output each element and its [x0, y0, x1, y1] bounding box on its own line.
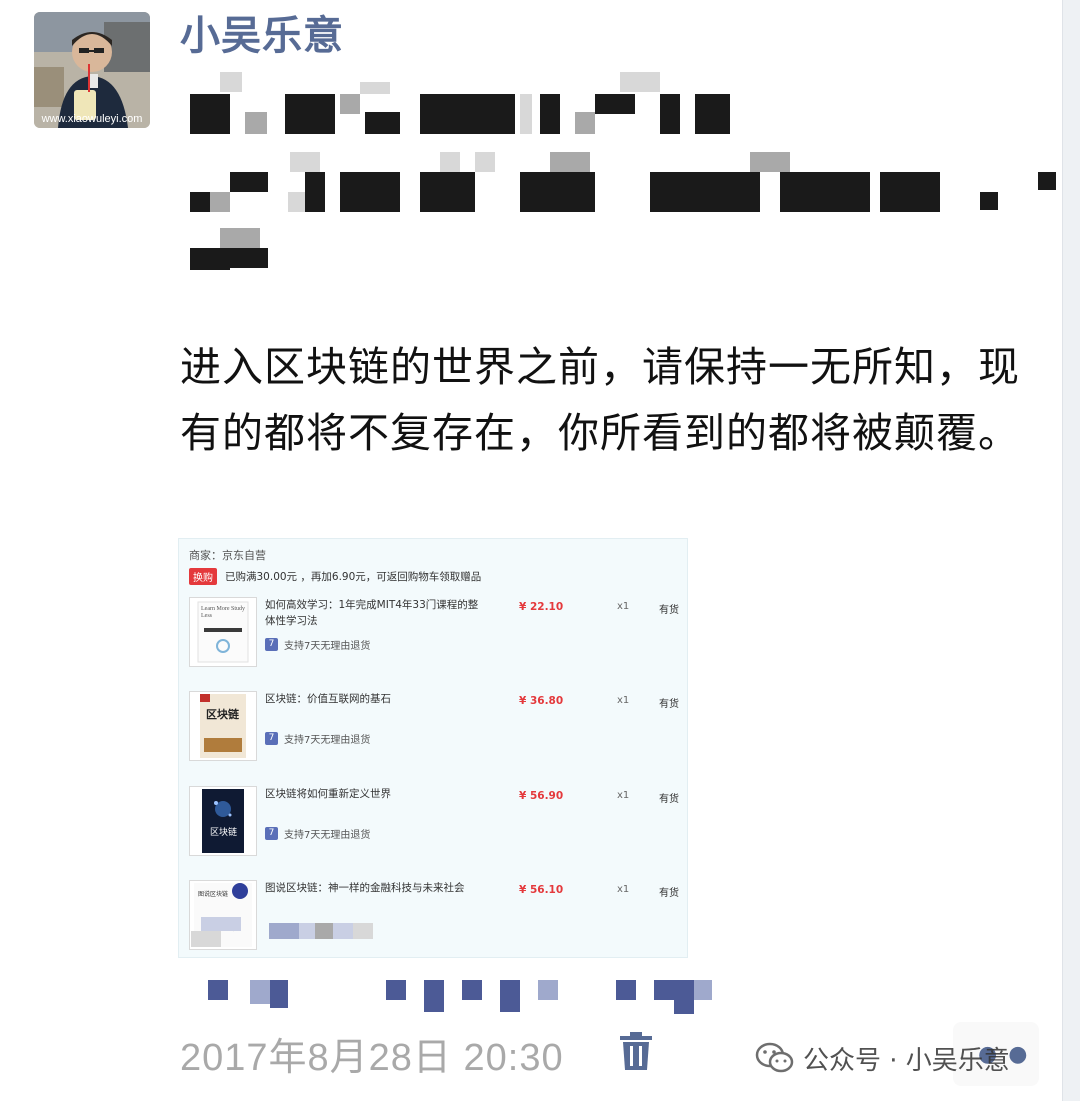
- book-cover-2-text: 区块链: [206, 709, 239, 721]
- return-icon: 7: [265, 732, 278, 745]
- order-item: 区块链 区块链：价值互联网的基石 7 支持7天无理由退货 ¥ 36.80 x1 …: [189, 691, 679, 771]
- return-policy: 7 支持7天无理由退货: [265, 731, 370, 746]
- post-text: 进入区块链的世界之前，请保持一无所知，现有的都将不复存在，你所看到的都将被颠覆。: [180, 343, 1020, 457]
- redacted-line-1: [190, 72, 750, 134]
- merchant-label: 商家：京东自营: [189, 549, 266, 562]
- item-stock: 有货: [659, 794, 679, 805]
- order-screenshot[interactable]: 商家：京东自营 换购 已购满30.00元 ，再加6.90元，可返回购物车领取赠品…: [178, 538, 688, 958]
- item-qty: x1: [617, 601, 630, 612]
- watermark: 公众号 · 小吴乐意: [755, 1038, 1010, 1078]
- order-item: Learn More Study Less 如何高效学习：1年完成MIT4年33…: [189, 597, 679, 677]
- book-cover-1-text: Learn More Study Less: [201, 606, 245, 619]
- book-cover-3: 区块链: [189, 786, 257, 856]
- item-title[interactable]: 图说区块链：神一样的金融科技与未来社会: [265, 880, 480, 896]
- return-icon: 7: [265, 827, 278, 840]
- book-cover-1: Learn More Study Less: [189, 597, 257, 667]
- item-stock: 有货: [659, 888, 679, 899]
- avatar-caption: www.xiaowuleyi.com: [41, 113, 143, 125]
- return-text: 支持7天无理由退货: [284, 735, 371, 746]
- item-title[interactable]: 区块链将如何重新定义世界: [265, 786, 480, 802]
- item-price: ¥ 36.80: [519, 695, 564, 707]
- item-price: ¥ 22.10: [519, 601, 564, 613]
- redacted-image-area: [191, 917, 391, 947]
- item-qty: x1: [617, 790, 630, 801]
- return-policy: 7 支持7天无理由退货: [265, 826, 370, 841]
- item-stock: 有货: [659, 699, 679, 710]
- return-policy: 7 支持7天无理由退货: [265, 637, 370, 652]
- item-price: ¥ 56.90: [519, 790, 564, 802]
- trash-icon[interactable]: [618, 1030, 654, 1072]
- redacted-line-3: [190, 228, 270, 270]
- redacted-line-2: [190, 152, 1060, 212]
- window-edge: [1062, 0, 1080, 1101]
- item-qty: x1: [617, 695, 630, 706]
- item-title[interactable]: 如何高效学习：1年完成MIT4年33门课程的整体性学习法: [265, 597, 480, 629]
- post-timestamp: 2017年8月28日 20:30: [180, 1037, 564, 1079]
- return-text: 支持7天无理由退货: [284, 830, 371, 841]
- watermark-text: 公众号 · 小吴乐意: [803, 1045, 1010, 1076]
- item-price: ¥ 56.10: [519, 884, 564, 896]
- author-name[interactable]: 小吴乐意: [180, 14, 344, 58]
- item-title[interactable]: 区块链：价值互联网的基石: [265, 691, 480, 707]
- promo-row: 换购 已购满30.00元 ，再加6.90元，可返回购物车领取赠品: [189, 567, 481, 585]
- promo-badge: 换购: [189, 567, 217, 585]
- return-icon: 7: [265, 638, 278, 651]
- avatar-photo: [34, 12, 150, 128]
- book-cover-3-text: 区块链: [210, 827, 238, 837]
- avatar[interactable]: www.xiaowuleyi.com: [34, 12, 150, 128]
- item-qty: x1: [617, 884, 630, 895]
- book-cover-2: 区块链: [189, 691, 257, 761]
- wechat-icon: [755, 1042, 794, 1073]
- return-text: 支持7天无理由退货: [284, 641, 371, 652]
- book-cover-4-text: 图说区块链: [198, 892, 229, 898]
- item-stock: 有货: [659, 605, 679, 616]
- promo-text: 已购满30.00元 ，再加6.90元，可返回购物车领取赠品: [225, 570, 482, 583]
- redacted-line-4: [208, 976, 718, 1016]
- order-item: 区块链 区块链将如何重新定义世界 7 支持7天无理由退货 ¥ 56.90 x1 …: [189, 786, 679, 866]
